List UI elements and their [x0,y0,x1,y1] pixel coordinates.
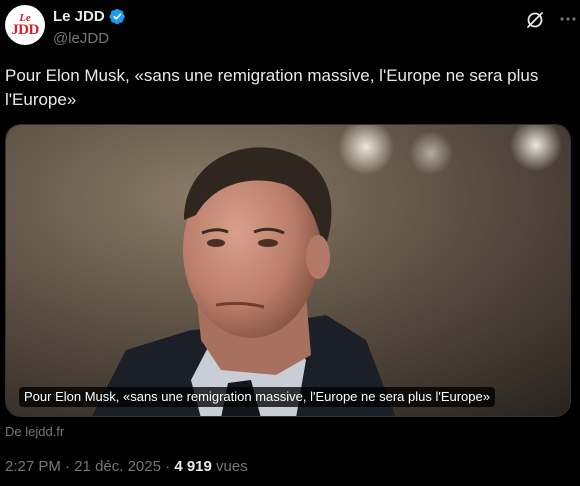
avatar-logo-line2: JDD [11,22,39,38]
more-options-button[interactable] [558,8,578,30]
avatar[interactable]: Le JDD [5,5,45,45]
verified-badge-icon [109,8,125,25]
card-title: Pour Elon Musk, «sans une remigration ma… [19,387,495,407]
views-count: 4 919 [174,458,212,475]
link-card[interactable]: Pour Elon Musk, «sans une remigration ma… [5,124,571,417]
card-source-link[interactable]: De lejdd.fr [5,424,64,439]
author-name-row: Le JDD [53,8,126,25]
meta-separator: · [60,458,75,475]
author-handle[interactable]: @leJDD [53,30,109,47]
tweet-meta: 2:27 PM · 21 déc. 2025 · 4 919 vues [5,458,248,475]
card-image [6,125,570,416]
author-display-name[interactable]: Le JDD [53,8,105,25]
views-label: vues [211,458,248,475]
grok-icon [527,12,543,28]
tweet-time[interactable]: 2:27 PM [5,458,61,475]
grok-button[interactable] [524,9,546,31]
tweet: Le JDD Le JDD @leJDD Pour Elon Musk, «sa… [0,0,580,486]
tweet-date[interactable]: 21 déc. 2025 [74,458,161,475]
more-options-icon [560,17,576,21]
meta-separator: · [160,458,175,475]
tweet-text: Pour Elon Musk, «sans une remigration ma… [5,66,539,109]
